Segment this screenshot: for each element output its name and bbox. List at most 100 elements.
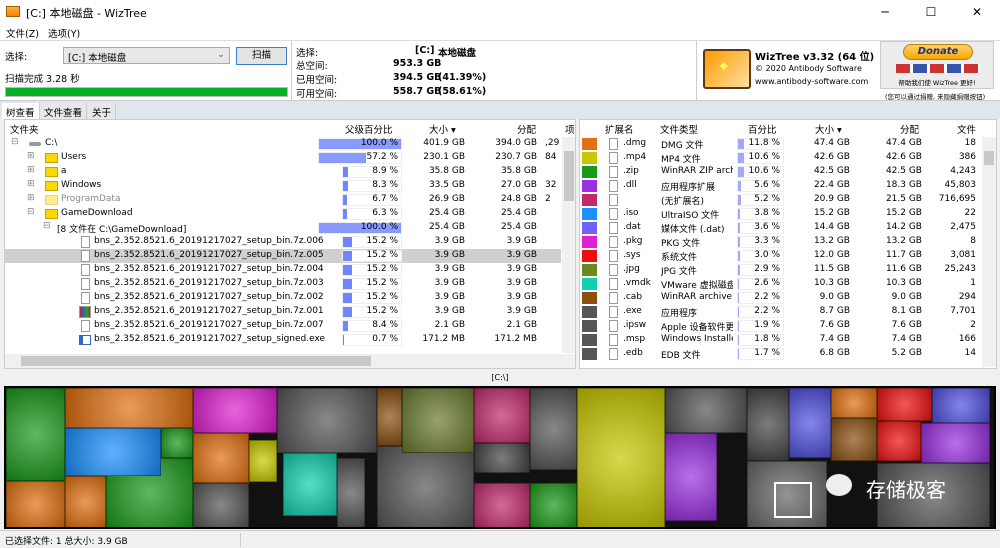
treemap-block[interactable] [665,433,717,521]
treemap-block[interactable] [283,453,337,516]
extension-row[interactable]: .vmdk VMware 虚拟磁盘 2.6 % 10.3 GB 10.3 GB 1 [580,277,980,291]
expand-toggle-icon[interactable]: ⊞ [27,151,35,161]
extension-row[interactable]: .msp Windows Installer 1.8 % 7.4 GB 7.4 GB 16… [580,333,980,347]
tab-file-view[interactable]: 文件查看 [40,103,88,119]
treemap-block[interactable] [474,388,530,443]
treemap-block[interactable] [747,388,789,461]
treemap-block[interactable] [474,443,530,473]
tree-row[interactable]: bns_2.352.8521.6_20191217027_setup_bin.7… [5,319,561,333]
treemap-block[interactable] [277,388,377,453]
treemap-block[interactable] [193,483,249,527]
extension-row[interactable]: .cab WinRAR archive 2.2 % 9.0 GB 9.0 GB 294 [580,291,980,305]
treemap-block[interactable] [831,418,877,461]
tree-horizontal-scrollbar[interactable] [5,354,575,368]
col-size[interactable]: 大小 ▾ [815,122,842,136]
tab-about[interactable]: 关于 [88,103,117,119]
treemap-block[interactable] [577,388,665,527]
extension-row[interactable]: .exe 应用程序 2.2 % 8.7 GB 8.1 GB 7,701 [580,305,980,319]
col-percent[interactable]: 百分比 [748,122,777,136]
maximize-button[interactable]: ☐ [908,0,954,24]
tree-row[interactable]: ⊟ GameDownload 6.3 % 25.4 GB 25.4 GB [5,207,561,221]
treemap-block[interactable] [665,388,747,433]
extension-row[interactable]: .dat 媒体文件 (.dat) 3.6 % 14.4 GB 14.2 GB 2,475 [580,221,980,235]
extension-row[interactable]: .jpg JPG 文件 2.9 % 11.5 GB 11.6 GB 25,243 [580,263,980,277]
expand-toggle-icon[interactable]: ⊞ [27,179,35,189]
tree-row[interactable]: ⊞ Users 57.2 % 230.1 GB 230.7 GB 84 [5,151,561,165]
col-file-type[interactable]: 文件类型 [660,122,698,136]
col-items[interactable]: 项 [565,122,575,136]
ext-vertical-scrollbar[interactable] [982,137,996,367]
expand-toggle-icon[interactable]: ⊞ [27,193,35,203]
col-parent-percent[interactable]: 父级百分比 [345,122,393,136]
extension-row[interactable]: .zip WinRAR ZIP archiv 10.6 % 42.5 GB 42.5 G… [580,165,980,179]
treemap-block[interactable] [193,433,249,483]
tree-row[interactable]: bns_2.352.8521.6_20191217027_setup_bin.7… [5,291,561,305]
minimize-button[interactable]: ─ [862,0,908,24]
tree-row[interactable]: ⊞ a 8.9 % 35.8 GB 35.8 GB [5,165,561,179]
tab-tree-view[interactable]: 树查看 [2,103,40,119]
expand-toggle-icon[interactable]: ⊟ [43,221,51,231]
tree-row[interactable]: ⊟ C:\ 100.0 % 401.9 GB 394.0 GB ,29 [5,137,561,151]
col-extension[interactable]: 扩展名 [605,122,634,136]
treemap-block[interactable] [921,423,990,463]
treemap-block[interactable] [530,388,577,470]
extension-row[interactable]: .sys 系统文件 3.0 % 12.0 GB 11.7 GB 3,081 [580,249,980,263]
treemap-block[interactable] [877,388,932,421]
treemap-block[interactable] [65,476,106,527]
tree-row[interactable]: ⊞ ProgramData 6.7 % 26.9 GB 24.8 GB 2 [5,193,561,207]
extension-row[interactable]: .dmg DMG 文件 11.8 % 47.4 GB 47.4 GB 18 [580,137,980,151]
website-link[interactable]: www.antibody-software.com [755,77,868,86]
extension-row[interactable]: .iso UltraISO 文件 3.8 % 15.2 GB 15.2 GB 22 [580,207,980,221]
tree-row[interactable]: bns_2.352.8521.6_20191217027_setup_bin.7… [5,249,561,263]
treemap-block[interactable] [161,428,193,458]
treemap-block[interactable] [65,428,161,476]
close-button[interactable]: ✕ [954,0,1000,24]
treemap-block[interactable] [6,481,65,527]
treemap-block[interactable] [932,388,990,423]
menu-options[interactable]: 选项(Y) [48,26,80,40]
tree-row[interactable]: bns_2.352.8521.6_20191217027_setup_bin.7… [5,277,561,291]
tree-row[interactable]: ⊞ Windows 8.3 % 33.5 GB 27.0 GB 32 [5,179,561,193]
col-allocated[interactable]: 分配 [900,122,919,136]
treemap-block[interactable] [831,388,877,418]
treemap-block[interactable] [530,483,577,527]
treemap[interactable]: 存储极客 [4,386,996,529]
scroll-thumb[interactable] [21,356,371,366]
extension-row[interactable]: (无扩展名) 5.2 % 20.9 GB 21.5 GB 716,695 [580,193,980,207]
tree-row[interactable]: bns_2.352.8521.6_20191217027_setup_bin.7… [5,263,561,277]
extension-row[interactable]: .dll 应用程序扩展 5.6 % 22.4 GB 18.3 GB 45,803 [580,179,980,193]
treemap-block[interactable] [249,440,277,482]
donate-button[interactable]: Donate [903,44,973,60]
tree-vertical-scrollbar[interactable] [562,137,575,353]
treemap-block[interactable] [65,388,193,428]
tree-row[interactable]: bns_2.352.8521.6_20191217027_setup_signe… [5,333,561,347]
extension-row[interactable]: .pkg PKG 文件 3.3 % 13.2 GB 13.2 GB 8 [580,235,980,249]
col-files[interactable]: 文件 [957,122,976,136]
extension-row[interactable]: .mp4 MP4 文件 10.6 % 42.6 GB 42.6 GB 386 [580,151,980,165]
treemap-block[interactable] [474,483,530,527]
scroll-thumb[interactable] [984,151,994,165]
expand-toggle-icon[interactable]: ⊟ [27,207,35,217]
scan-button[interactable]: 扫描 [236,47,287,65]
treemap-block[interactable] [337,458,365,527]
tree-row[interactable]: bns_2.352.8521.6_20191217027_setup_bin.7… [5,235,561,249]
col-allocated[interactable]: 分配 [517,122,536,136]
treemap-block[interactable] [377,388,402,446]
treemap-block[interactable] [377,446,474,527]
menu-file[interactable]: 文件(Z) [6,26,39,40]
treemap-block[interactable] [402,388,474,453]
treemap-block[interactable] [877,421,921,461]
tree-row[interactable]: ⊟ [8 文件在 C:\GameDownload] 100.0 % 25.4 GB 25… [5,221,561,235]
drive-select[interactable]: [C:] 本地磁盘 ⌄ [63,47,230,64]
scroll-thumb[interactable] [564,151,574,201]
treemap-block[interactable] [789,388,831,458]
expand-toggle-icon[interactable]: ⊟ [11,137,19,147]
treemap-block[interactable] [6,388,65,481]
expand-toggle-icon[interactable]: ⊞ [27,165,35,175]
extension-row[interactable]: .ipsw Apple 设备软件更 1.9 % 7.6 GB 7.6 GB 2 [580,319,980,333]
treemap-block[interactable] [193,388,277,433]
col-size[interactable]: 大小 ▾ [429,122,456,136]
extension-row[interactable]: .edb EDB 文件 1.7 % 6.8 GB 5.2 GB 14 [580,347,980,361]
col-folder[interactable]: 文件夹 [10,122,39,136]
tree-row[interactable]: bns_2.352.8521.6_20191217027_setup_bin.7… [5,305,561,319]
